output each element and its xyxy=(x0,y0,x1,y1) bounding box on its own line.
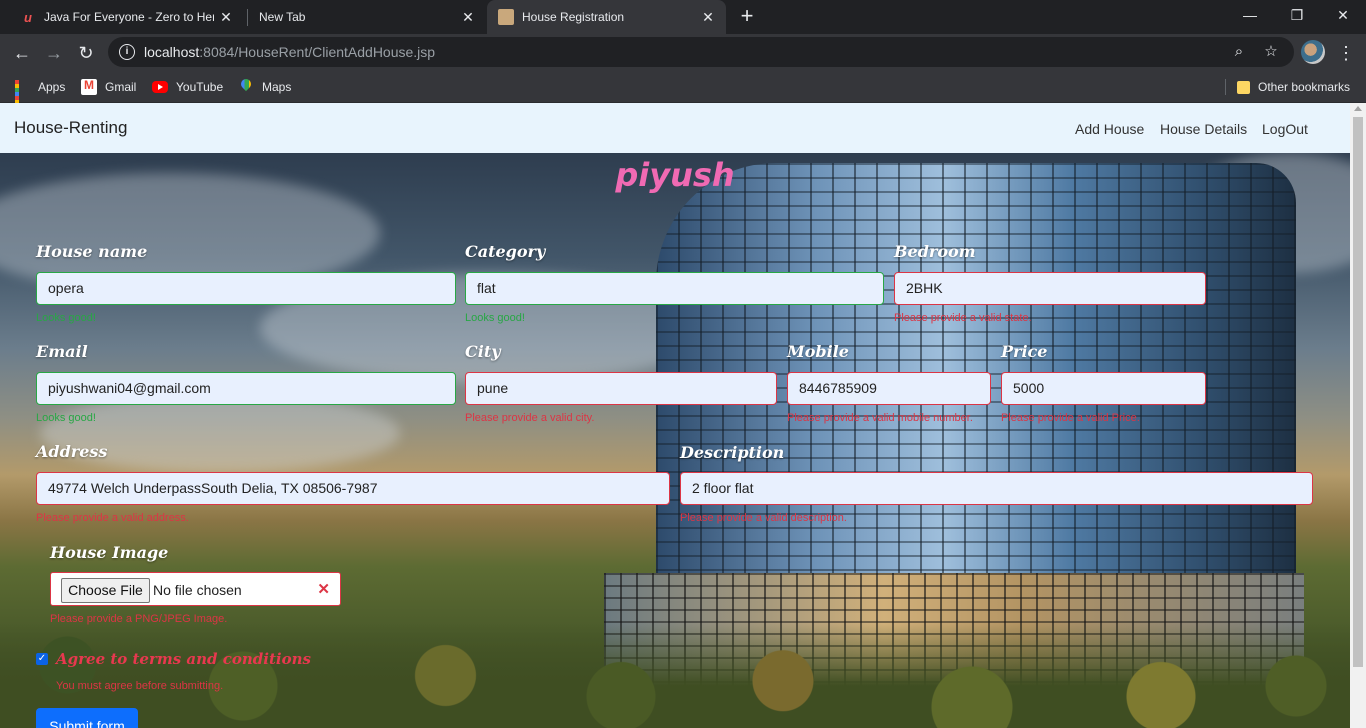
address-bar[interactable]: i localhost:8084/HouseRent/ClientAddHous… xyxy=(108,37,1294,67)
price-input[interactable]: 5000 xyxy=(1001,372,1206,405)
bookmark-other[interactable]: Other bookmarks xyxy=(1237,77,1350,97)
minimize-icon[interactable]: — xyxy=(1238,4,1262,26)
email-input[interactable]: piyushwani04@gmail.com xyxy=(36,372,456,405)
cloud xyxy=(40,393,400,473)
city-feedback: Please provide a valid city. xyxy=(465,412,595,424)
mobile-feedback: Please provide a valid mobile number. xyxy=(787,412,973,424)
youtube-icon xyxy=(152,81,168,93)
close-icon[interactable]: ✕ xyxy=(460,9,476,25)
bedroom-input[interactable]: 2BHK xyxy=(894,272,1206,305)
category-input[interactable]: flat xyxy=(465,272,884,305)
page-viewport: House-Renting Add House House Details Lo… xyxy=(0,103,1366,728)
bookmark-youtube[interactable]: YouTube xyxy=(152,77,223,97)
star-icon[interactable]: ☆ xyxy=(1262,43,1280,61)
profile-avatar[interactable] xyxy=(1301,40,1325,64)
email-feedback: Looks good! xyxy=(36,412,96,424)
close-icon[interactable]: ✕ xyxy=(700,9,716,25)
nav-add-house[interactable]: Add House xyxy=(1075,121,1144,137)
tab-title: House Registration xyxy=(522,10,625,24)
maps-icon xyxy=(238,79,254,95)
choose-file-button[interactable]: Choose File xyxy=(61,578,150,603)
tab-title: Java For Everyone - Zero to Hero xyxy=(44,10,214,24)
udemy-icon: u xyxy=(24,9,32,25)
new-tab-plus-icon[interactable]: + xyxy=(736,5,758,28)
scrollbar-thumb[interactable] xyxy=(1353,117,1363,667)
tab-java-course[interactable]: u Java For Everyone - Zero to Hero ✕ xyxy=(8,0,244,34)
browser-toolbar: ← → ↻ i localhost:8084/HouseRent/ClientA… xyxy=(0,34,1366,71)
file-status-text: No file chosen xyxy=(153,582,242,598)
email-label: Email xyxy=(36,342,88,361)
restore-icon[interactable]: ❐ xyxy=(1285,4,1309,26)
nav-house-details[interactable]: House Details xyxy=(1160,121,1247,137)
nav-logout[interactable]: LogOut xyxy=(1262,121,1308,137)
address-input[interactable]: 49774 Welch UnderpassSouth Delia, TX 085… xyxy=(36,472,670,505)
zoom-icon[interactable]: ⌕ xyxy=(1230,43,1248,61)
price-feedback: Please provide a valid Price. xyxy=(1001,412,1140,424)
tab-new-tab[interactable]: New Tab ✕ xyxy=(248,0,486,34)
menu-dots-icon[interactable]: ⋮ xyxy=(1336,41,1356,65)
category-feedback: Looks good! xyxy=(465,312,525,324)
house-image-feedback: Please provide a PNG/JPEG Image. xyxy=(50,613,228,625)
tab-strip: u Java For Everyone - Zero to Hero ✕ New… xyxy=(0,0,1366,34)
bookmark-maps[interactable]: Maps xyxy=(238,77,291,97)
bookmark-gmail[interactable]: Gmail xyxy=(81,77,136,97)
description-feedback: Please provide a valid description. xyxy=(680,512,847,524)
price-label: Price xyxy=(1001,342,1048,361)
mobile-label: Mobile xyxy=(787,342,849,361)
terms-feedback: You must agree before submitting. xyxy=(56,680,224,692)
bookmark-apps[interactable]: Apps xyxy=(14,77,65,116)
house-name-input[interactable]: opera xyxy=(36,272,456,305)
url-text: localhost:8084/HouseRent/ClientAddHouse.… xyxy=(144,44,436,60)
city-label: City xyxy=(465,342,501,361)
house-name-feedback: Looks good! xyxy=(36,312,96,324)
info-icon[interactable]: i xyxy=(119,44,135,60)
folder-icon xyxy=(1237,80,1250,94)
house-name-label: House name xyxy=(36,242,148,261)
tab-house-registration[interactable]: House Registration ✕ xyxy=(487,0,726,34)
house-image-file-input: Choose File No file chosen ✕ xyxy=(50,572,341,606)
page-scrollbar[interactable] xyxy=(1350,103,1366,728)
site-navbar: House-Renting Add House House Details Lo… xyxy=(0,103,1350,153)
house-image-label: House Image xyxy=(50,543,169,562)
description-input[interactable]: 2 floor flat xyxy=(680,472,1313,505)
apps-grid-icon xyxy=(14,79,30,116)
reload-icon[interactable]: ↻ xyxy=(74,41,98,65)
description-label: Description xyxy=(680,443,785,462)
close-icon[interactable]: ✕ xyxy=(218,9,234,25)
bedroom-label: Bedroom xyxy=(894,242,976,261)
address-feedback: Please provide a valid address. xyxy=(36,512,189,524)
terms-checkbox[interactable]: ✓ xyxy=(36,653,48,665)
house-favicon-icon xyxy=(498,9,514,25)
mobile-input[interactable]: 8446785909 xyxy=(787,372,991,405)
form-title: piyush xyxy=(615,156,735,194)
bookmark-separator xyxy=(1225,79,1226,95)
submit-button[interactable]: Submit form xyxy=(36,708,138,728)
background-image: piyush House name opera Looks good! Cate… xyxy=(0,153,1350,728)
bedroom-feedback: Please provide a valid state. xyxy=(894,312,1032,324)
trees xyxy=(0,623,1350,728)
window-close-icon[interactable]: ✕ xyxy=(1331,4,1355,26)
tab-title: New Tab xyxy=(259,10,306,24)
invalid-x-icon: ✕ xyxy=(317,581,330,598)
forward-arrow-icon[interactable]: → xyxy=(42,41,66,65)
terms-label[interactable]: Agree to terms and conditions xyxy=(56,650,311,668)
city-input[interactable]: pune xyxy=(465,372,777,405)
back-arrow-icon[interactable]: ← xyxy=(10,41,34,65)
category-label: Category xyxy=(465,242,546,261)
scroll-up-arrow-icon[interactable] xyxy=(1354,106,1362,111)
brand-link[interactable]: House-Renting xyxy=(14,118,127,138)
bookmarks-bar: Apps Gmail YouTube Maps Other bookmarks xyxy=(0,71,1366,116)
gmail-icon xyxy=(81,78,97,95)
address-label: Address xyxy=(36,442,108,461)
